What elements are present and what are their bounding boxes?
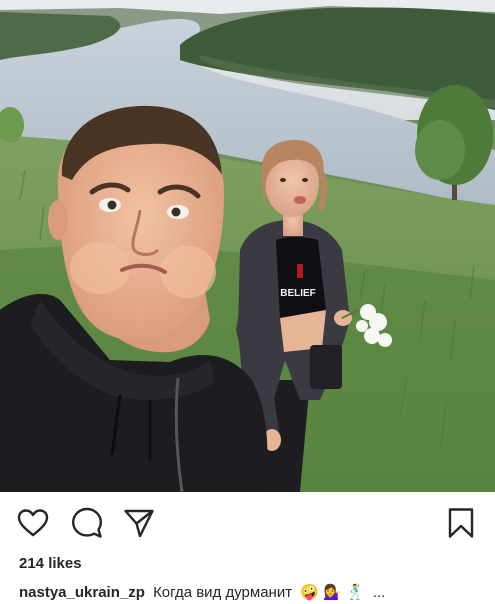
- like-button[interactable]: [16, 506, 50, 540]
- bookmark-icon: [448, 508, 474, 538]
- comment-icon: [72, 507, 102, 538]
- caption-username[interactable]: nastya_ukrain_zp: [19, 584, 145, 601]
- likes-count[interactable]: 214 likes: [19, 555, 82, 572]
- shirt-text: BELIEF: [280, 288, 316, 299]
- caption-emojis: 🤪 💁‍♀️ 🕺: [300, 584, 365, 601]
- heart-icon: [17, 509, 49, 537]
- post-actions-bar: [0, 492, 495, 554]
- caption-more-ellipsis[interactable]: ...: [373, 584, 386, 601]
- paper-plane-icon: [124, 509, 154, 538]
- post-caption: nastya_ukrain_zp Когда вид дурманит 🤪 💁‍…: [19, 583, 489, 601]
- caption-text: Когда вид дурманит: [153, 584, 293, 601]
- share-button[interactable]: [122, 506, 156, 540]
- comment-button[interactable]: [70, 506, 104, 540]
- post-photo[interactable]: BELIEF: [0, 0, 495, 492]
- save-button[interactable]: [444, 506, 478, 540]
